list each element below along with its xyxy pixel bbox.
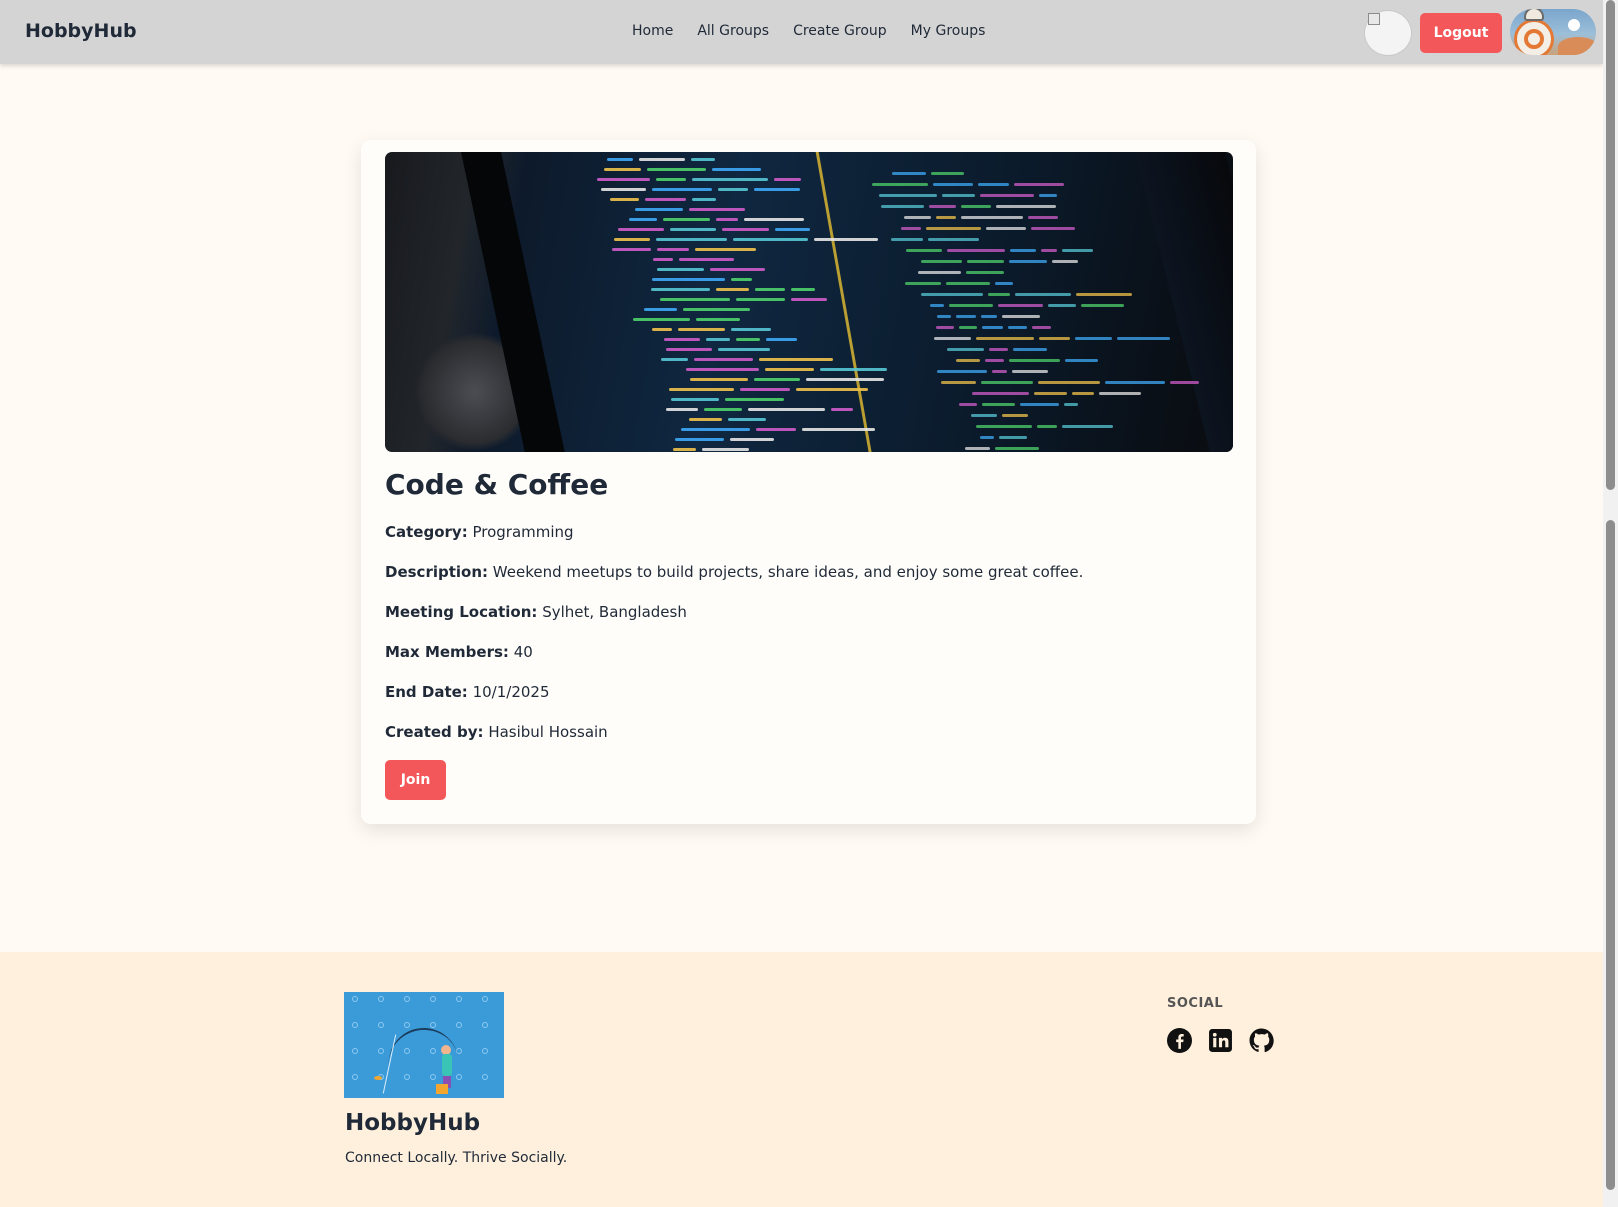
category-label: Category: — [385, 523, 468, 541]
footer: HobbyHub Connect Locally. Thrive Sociall… — [0, 952, 1603, 1207]
end-date-value: 10/1/2025 — [472, 683, 550, 701]
max-members-value: 40 — [513, 643, 533, 661]
description-label: Description: — [385, 563, 489, 581]
scroll-thumb[interactable] — [1606, 0, 1615, 490]
navbar: HobbyHub Home All Groups Create Group My… — [0, 0, 1603, 64]
page-scrollbar[interactable] — [1603, 0, 1618, 1207]
github-icon[interactable] — [1249, 1028, 1274, 1053]
footer-brand: HobbyHub — [345, 1110, 481, 1136]
join-button[interactable]: Join — [385, 760, 446, 800]
created-by-label: Created by: — [385, 723, 484, 741]
footer-logo-image — [344, 992, 504, 1098]
nav-links: Home All Groups Create Group My Groups — [632, 23, 985, 39]
end-date-label: End Date: — [385, 683, 468, 701]
nav-link-my-groups[interactable]: My Groups — [911, 23, 986, 39]
social-icons — [1167, 1028, 1274, 1053]
broken-image-icon — [1368, 13, 1380, 25]
group-end-date: End Date: 10/1/2025 — [385, 683, 550, 701]
group-category: Category: Programming — [385, 523, 574, 541]
max-members-label: Max Members: — [385, 643, 509, 661]
group-created-by: Created by: Hasibul Hossain — [385, 723, 608, 741]
avatar[interactable] — [1510, 9, 1596, 55]
category-value: Programming — [472, 523, 574, 541]
logout-button[interactable]: Logout — [1420, 13, 1502, 53]
description-value: Weekend meetups to build projects, share… — [492, 563, 1084, 581]
user-photo-broken-image[interactable] — [1364, 10, 1412, 56]
group-location: Meeting Location: Sylhet, Bangladesh — [385, 603, 687, 621]
brand-logo-text[interactable]: HobbyHub — [25, 20, 137, 42]
footer-tagline: Connect Locally. Thrive Socially. — [345, 1150, 568, 1166]
nav-link-create-group[interactable]: Create Group — [793, 23, 887, 39]
scroll-thumb-lower[interactable] — [1606, 520, 1615, 1190]
created-by-value: Hasibul Hossain — [488, 723, 608, 741]
location-value: Sylhet, Bangladesh — [542, 603, 687, 621]
linkedin-icon[interactable] — [1208, 1028, 1233, 1053]
facebook-icon[interactable] — [1167, 1028, 1192, 1053]
group-title: Code & Coffee — [385, 468, 609, 501]
group-details-card: Code & Coffee Category: Programming Desc… — [361, 140, 1256, 824]
group-description: Description: Weekend meetups to build pr… — [385, 563, 1083, 581]
group-max-members: Max Members: 40 — [385, 643, 533, 661]
group-cover-image — [385, 152, 1233, 452]
nav-link-all-groups[interactable]: All Groups — [697, 23, 769, 39]
social-title: SOCIAL — [1167, 996, 1224, 1011]
nav-link-home[interactable]: Home — [632, 23, 673, 39]
location-label: Meeting Location: — [385, 603, 538, 621]
